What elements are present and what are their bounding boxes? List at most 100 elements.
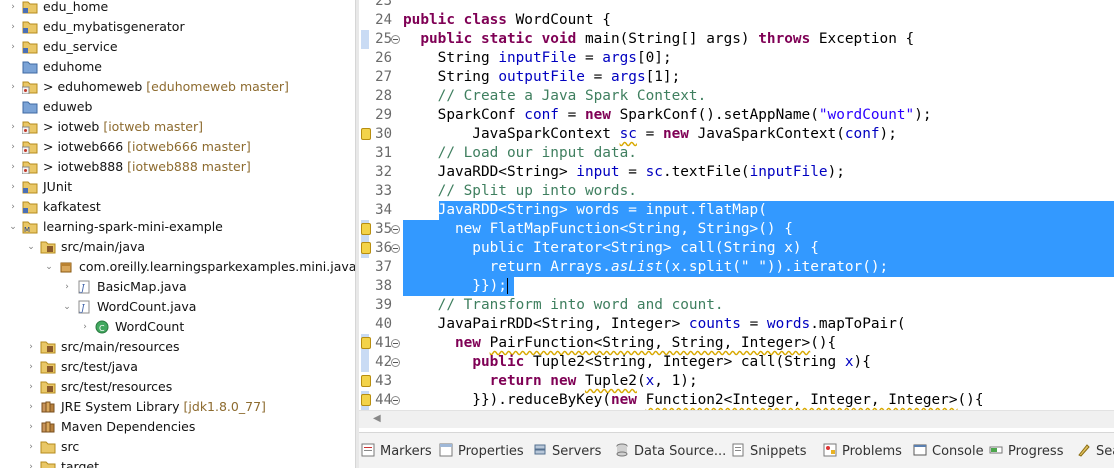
code-line[interactable]: 26 String inputFile = args[0]; xyxy=(359,49,1114,68)
code-text[interactable]: public class WordCount { xyxy=(403,11,611,30)
expanded-arrow-icon[interactable]: ⌄ xyxy=(44,257,54,277)
collapsed-arrow-icon[interactable] xyxy=(8,57,18,77)
code-line[interactable]: 25 public static void main(String[] args… xyxy=(359,30,1114,49)
collapsed-arrow-icon[interactable]: › xyxy=(8,117,18,137)
code-text[interactable]: JavaRDD<String> input = sc.textFile(inpu… xyxy=(403,163,845,182)
fold-toggle-icon[interactable] xyxy=(391,225,400,234)
tree-item[interactable]: eduhome xyxy=(0,57,355,77)
view-tab[interactable]: Servers xyxy=(533,442,601,462)
code-text[interactable]: JavaRDD<String> words = input.flatMap( xyxy=(403,201,767,220)
code-line[interactable]: 44 }}).reduceByKey(new Function2<Integer… xyxy=(359,391,1114,410)
code-line[interactable]: 29 SparkConf conf = new SparkConf().setA… xyxy=(359,106,1114,125)
tree-item[interactable]: › target xyxy=(0,457,355,468)
code-text[interactable]: return new Tuple2(x, 1); xyxy=(403,372,698,391)
expanded-arrow-icon[interactable]: ⌄ xyxy=(62,297,72,317)
collapsed-arrow-icon[interactable]: › xyxy=(80,317,90,337)
code-line[interactable]: 43 return new Tuple2(x, 1); xyxy=(359,372,1114,391)
collapsed-arrow-icon[interactable]: › xyxy=(8,177,18,197)
fold-toggle-icon[interactable] xyxy=(391,244,400,253)
tree-item[interactable]: › > iotweb [iotweb master] xyxy=(0,117,355,137)
code-text[interactable]: // Load our input data. xyxy=(403,144,637,163)
code-line[interactable]: 36 public Iterator<String> call(String x… xyxy=(359,239,1114,258)
view-tab[interactable]: Problems xyxy=(823,442,902,462)
collapsed-arrow-icon[interactable] xyxy=(8,97,18,117)
code-text[interactable]: // Split up into words. xyxy=(403,182,637,201)
collapsed-arrow-icon[interactable]: › xyxy=(26,377,36,397)
view-tab[interactable]: Data Source... xyxy=(615,442,726,462)
code-text[interactable]: new FlatMapFunction<String, String>() { xyxy=(403,220,793,239)
view-tab[interactable]: Properties xyxy=(439,442,524,462)
code-line[interactable]: 34 JavaRDD<String> words = input.flatMap… xyxy=(359,201,1114,220)
tree-item[interactable]: › C WordCount xyxy=(0,317,355,337)
editor-horizontal-scrollbar[interactable]: ◀ xyxy=(359,410,1114,428)
code-text[interactable]: new PairFunction<String, String, Integer… xyxy=(403,334,836,353)
fold-toggle-icon[interactable] xyxy=(391,396,400,405)
code-line[interactable]: 39 // Transform into word and count. xyxy=(359,296,1114,315)
code-line[interactable]: 37 return Arrays.asList(x.split(" ")).it… xyxy=(359,258,1114,277)
view-tab[interactable]: Markers xyxy=(361,442,432,462)
code-line[interactable]: 32 JavaRDD<String> input = sc.textFile(i… xyxy=(359,163,1114,182)
code-text[interactable]: }}).reduceByKey(new Function2<Integer, I… xyxy=(403,391,983,410)
view-tab[interactable]: Search xyxy=(1077,442,1114,462)
tree-item[interactable]: › Maven Dependencies xyxy=(0,417,355,437)
code-text[interactable]: JavaSparkContext sc = new JavaSparkConte… xyxy=(403,125,897,144)
view-tab[interactable]: Progress xyxy=(989,442,1063,462)
tree-item[interactable]: › edu_home xyxy=(0,0,355,17)
collapsed-arrow-icon[interactable]: › xyxy=(8,197,18,217)
tree-item[interactable]: › > iotweb666 [iotweb666 master] xyxy=(0,137,355,157)
tree-item[interactable]: › src xyxy=(0,437,355,457)
code-line[interactable]: 33 // Split up into words. xyxy=(359,182,1114,201)
code-line[interactable]: 42 public Tuple2<String, Integer> call(S… xyxy=(359,353,1114,372)
scroll-left-icon[interactable]: ◀ xyxy=(373,413,381,424)
tree-item[interactable]: › JUnit xyxy=(0,177,355,197)
tree-item[interactable]: › edu_service xyxy=(0,37,355,57)
collapsed-arrow-icon[interactable]: › xyxy=(8,137,18,157)
tree-item[interactable]: › src/test/resources xyxy=(0,377,355,397)
fold-toggle-icon[interactable] xyxy=(391,339,400,348)
code-text[interactable]: String inputFile = args[0]; xyxy=(403,49,672,68)
collapsed-arrow-icon[interactable]: › xyxy=(62,277,72,297)
collapsed-arrow-icon[interactable]: › xyxy=(8,17,18,37)
fold-toggle-icon[interactable] xyxy=(391,35,400,44)
view-tab[interactable]: Console xyxy=(913,442,984,462)
code-line[interactable]: 35 new FlatMapFunction<String, String>()… xyxy=(359,220,1114,239)
java-editor[interactable]: 23 24 public class WordCount {25 public st… xyxy=(359,0,1114,410)
collapsed-arrow-icon[interactable]: › xyxy=(26,397,36,417)
code-text[interactable]: }}); xyxy=(403,277,508,296)
code-line[interactable]: 40 JavaPairRDD<String, Integer> counts =… xyxy=(359,315,1114,334)
expanded-arrow-icon[interactable]: ⌄ xyxy=(26,237,36,257)
expanded-arrow-icon[interactable]: ⌄ xyxy=(8,217,18,237)
code-text[interactable]: return Arrays.asList(x.split(" ")).itera… xyxy=(403,258,889,277)
tree-item[interactable]: ⌄ Mlearning-spark-mini-example xyxy=(0,217,355,237)
collapsed-arrow-icon[interactable]: › xyxy=(26,437,36,457)
tree-item[interactable]: › edu_mybatisgenerator xyxy=(0,17,355,37)
tree-item[interactable]: › src/test/java xyxy=(0,357,355,377)
code-line[interactable]: 31 // Load our input data. xyxy=(359,144,1114,163)
tree-item[interactable]: ⌄ com.oreilly.learningsparkexamples.mini.… xyxy=(0,257,355,277)
tree-item[interactable]: eduweb xyxy=(0,97,355,117)
code-text[interactable]: // Transform into word and count. xyxy=(403,296,724,315)
collapsed-arrow-icon[interactable]: › xyxy=(26,337,36,357)
collapsed-arrow-icon[interactable]: › xyxy=(8,77,18,97)
code-line[interactable]: 27 String outputFile = args[1]; xyxy=(359,68,1114,87)
tree-item[interactable]: ⌄ J WordCount.java xyxy=(0,297,355,317)
code-text[interactable]: public static void main(String[] args) t… xyxy=(403,30,914,49)
collapsed-arrow-icon[interactable]: › xyxy=(26,457,36,468)
code-text[interactable]: public Tuple2<String, Integer> call(Stri… xyxy=(403,353,871,372)
tree-item[interactable]: › > iotweb888 [iotweb888 master] xyxy=(0,157,355,177)
code-line[interactable]: 24 public class WordCount { xyxy=(359,11,1114,30)
code-line[interactable]: 38 }}); xyxy=(359,277,1114,296)
tree-item[interactable]: › J BasicMap.java xyxy=(0,277,355,297)
code-line[interactable]: 30 JavaSparkContext sc = new JavaSparkCo… xyxy=(359,125,1114,144)
collapsed-arrow-icon[interactable]: › xyxy=(26,357,36,377)
code-text[interactable]: SparkConf conf = new SparkConf().setAppN… xyxy=(403,106,932,125)
code-text[interactable]: // Create a Java Spark Context. xyxy=(403,87,707,106)
tree-item[interactable]: › src/main/resources xyxy=(0,337,355,357)
tree-item[interactable]: ⌄ src/main/java xyxy=(0,237,355,257)
code-text[interactable]: String outputFile = args[1]; xyxy=(403,68,681,87)
tree-item[interactable]: › > eduhomeweb [eduhomeweb master] xyxy=(0,77,355,97)
code-text[interactable]: public Iterator<String> call(String x) { xyxy=(403,239,819,258)
tree-item[interactable]: › JRE System Library [jdk1.8.0_77] xyxy=(0,397,355,417)
code-text[interactable]: JavaPairRDD<String, Integer> counts = wo… xyxy=(403,315,906,334)
code-line[interactable]: 41 new PairFunction<String, String, Inte… xyxy=(359,334,1114,353)
